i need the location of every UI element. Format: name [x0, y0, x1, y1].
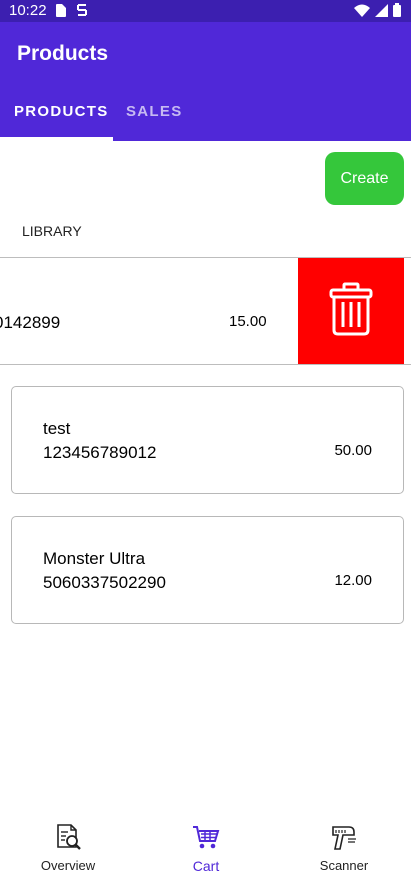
- product-name: test: [43, 419, 71, 438]
- tab-indicator: [0, 137, 113, 141]
- nav-cart-label: Cart: [192, 858, 220, 874]
- nav-scanner[interactable]: Scanner: [289, 823, 399, 873]
- nav-scanner-label: Scanner: [319, 858, 369, 873]
- create-button[interactable]: Create: [325, 152, 404, 205]
- barcode-scanner-icon: [330, 823, 358, 856]
- nav-overview-label: Overview: [40, 858, 96, 873]
- product-name: Monster Ultra: [43, 549, 146, 568]
- product-barcode: 0142899: [0, 313, 61, 332]
- nav-cart[interactable]: Cart: [151, 823, 261, 874]
- signal-icon: [375, 3, 388, 22]
- cart-icon: [192, 823, 220, 856]
- sim-card-icon: [55, 4, 66, 22]
- sync-icon: [76, 4, 88, 22]
- wifi-icon: [354, 4, 370, 22]
- delete-button[interactable]: [298, 258, 404, 364]
- trash-icon: [329, 282, 373, 341]
- product-price: 12.00: [334, 572, 372, 589]
- status-system-icons: [354, 3, 401, 22]
- product-price: 15.00: [229, 313, 267, 330]
- nav-overview[interactable]: Overview: [13, 823, 123, 873]
- status-notification-icons: [55, 4, 88, 22]
- tab-sales[interactable]: SALES: [126, 103, 183, 120]
- library-label: LIBRARY: [22, 223, 82, 239]
- battery-icon: [393, 3, 401, 22]
- status-time: 10:22: [9, 2, 47, 19]
- product-card[interactable]: test 123456789012 50.00: [11, 386, 404, 494]
- product-barcode: 123456789012: [43, 443, 157, 462]
- product-barcode: 5060337502290: [43, 573, 166, 592]
- app-bar: Products PRODUCTS SALES: [0, 22, 411, 141]
- tab-products[interactable]: PRODUCTS: [14, 103, 109, 120]
- product-price: 50.00: [334, 442, 372, 459]
- page-title: Products: [17, 42, 109, 65]
- document-search-icon: [54, 823, 82, 856]
- swiped-product-row[interactable]: 0142899 15.00: [0, 257, 411, 365]
- status-bar: 10:22: [0, 0, 411, 22]
- product-card[interactable]: Monster Ultra 5060337502290 12.00: [11, 516, 404, 624]
- bottom-navigation: Overview Cart Scanner: [0, 815, 411, 877]
